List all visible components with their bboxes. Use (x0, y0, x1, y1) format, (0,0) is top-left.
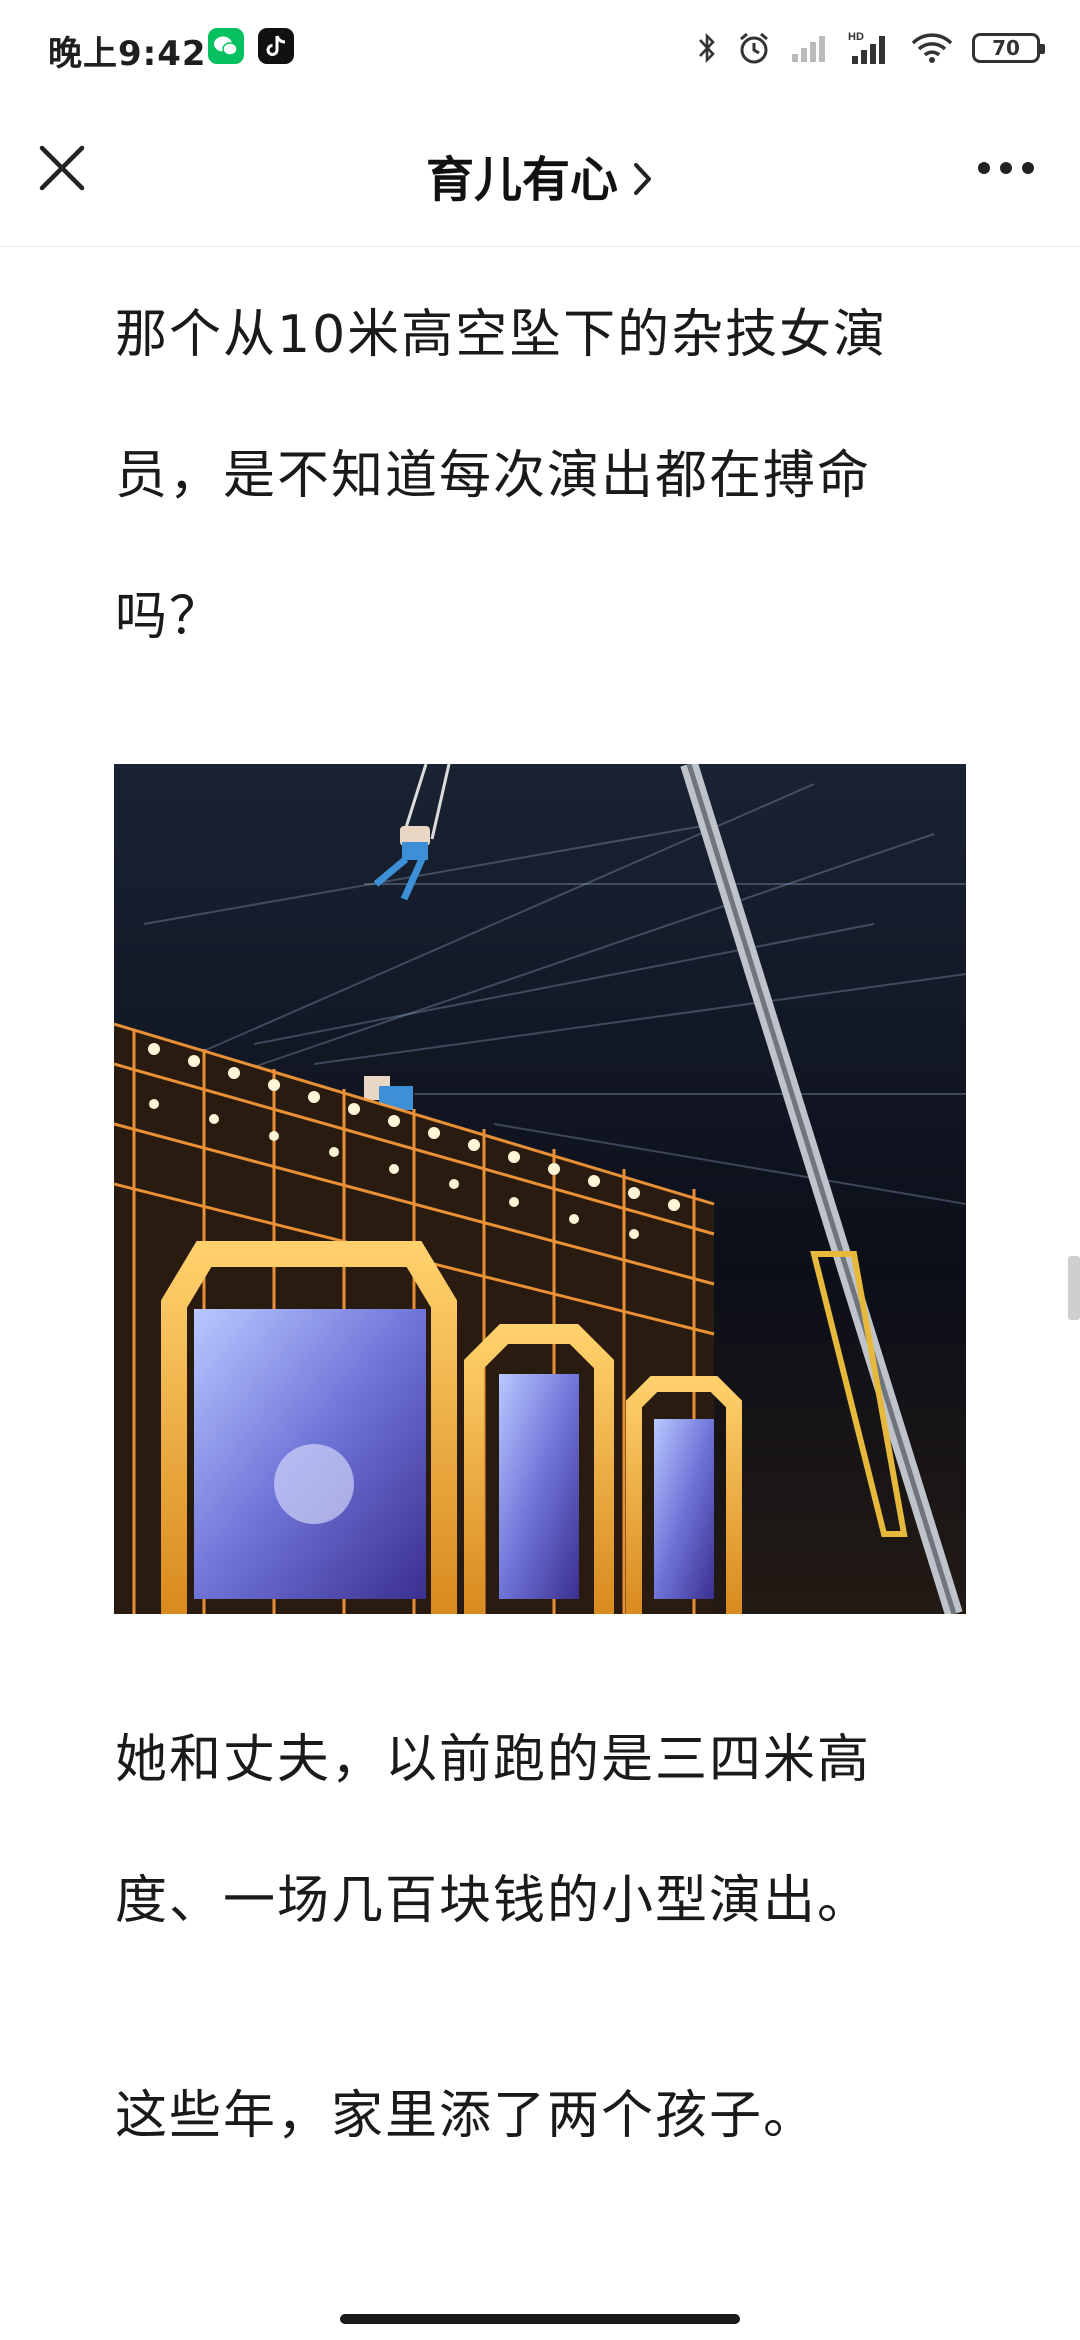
article-paragraph: 她和丈夫，以前跑的是三四米高度、一场几百块钱的小型演出。 (115, 1730, 872, 1931)
article-paragraph: 这些年，家里添了两个孩子。 (115, 2086, 818, 2146)
alarm-icon (740, 32, 768, 64)
article-nav-bar: 育儿有心 (0, 96, 1080, 247)
account-name: 育儿有心 (425, 152, 618, 208)
chevron-right-icon (632, 155, 654, 211)
wifi-icon (911, 33, 953, 63)
status-icons: HD 70 (696, 24, 1045, 72)
signal-icon (792, 36, 825, 62)
status-time: 晚上9:42 (48, 34, 207, 74)
acrobat-photo[interactable] (114, 764, 966, 1614)
wechat-icon (208, 28, 244, 64)
battery-level: 70 (992, 36, 1020, 60)
hd-signal-icon: HD (848, 31, 885, 64)
account-title-link[interactable]: 育儿有心 (0, 140, 1080, 211)
battery-icon: 70 (972, 33, 1045, 63)
scrollbar-thumb[interactable] (1068, 1256, 1080, 1320)
status-bar: 晚上9:42 HD 70 (0, 0, 1080, 96)
article-paragraph: 那个从10米高空坠下的杂技女演员，是不知道每次演出都在搏命吗？ (115, 305, 888, 647)
bluetooth-icon (699, 32, 715, 64)
more-button[interactable] (970, 146, 1042, 190)
more-icon (978, 162, 1034, 174)
home-indicator[interactable] (340, 2314, 740, 2324)
douyin-icon (258, 28, 294, 64)
svg-text:HD: HD (848, 31, 864, 43)
